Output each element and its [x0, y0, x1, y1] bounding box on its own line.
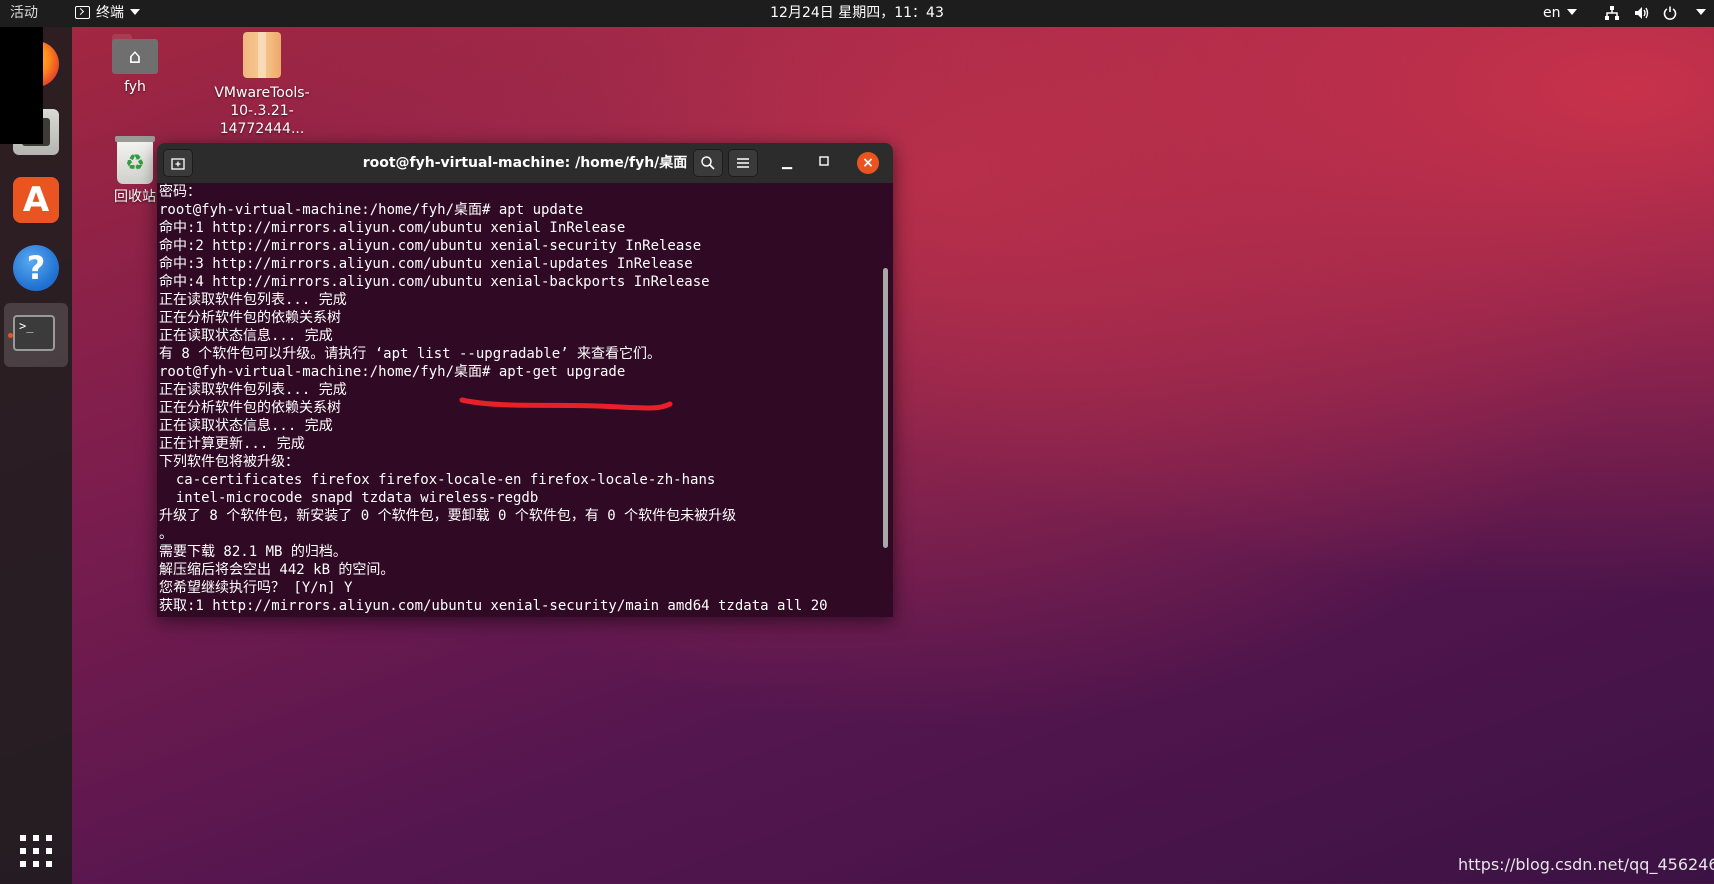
network-icon[interactable] — [1605, 0, 1619, 27]
system-menu-button[interactable] — [1690, 0, 1706, 27]
terminal-line: 下列软件包将被升级： — [159, 454, 299, 470]
terminal-line: 正在分析软件包的依赖关系树 — [159, 310, 341, 326]
terminal-line: 有 8 个软件包可以升级。请执行 ‘apt list --upgradable’… — [159, 346, 662, 362]
desktop-icon-label: fyh — [124, 79, 146, 95]
power-icon[interactable] — [1663, 0, 1677, 27]
terminal-line: 正在读取软件包列表... 完成 — [159, 292, 347, 308]
watermark: https://blog.csdn.net/qq_45624685 — [1458, 855, 1714, 874]
maximize-button[interactable] — [812, 151, 836, 175]
desktop-icon-home[interactable]: fyh — [65, 34, 205, 96]
terminal-scrollbar[interactable] — [883, 268, 888, 548]
terminal-line: 。 — [159, 526, 173, 542]
terminal-line: 正在读取状态信息... 完成 — [159, 328, 333, 344]
terminal-line: intel-microcode snapd tzdata wireless-re… — [159, 490, 539, 506]
menu-icon — [737, 158, 749, 168]
terminal-line: 正在计算更新... 完成 — [159, 436, 305, 452]
chevron-down-icon — [1566, 9, 1577, 15]
home-folder-icon — [112, 34, 158, 74]
chevron-down-icon — [1696, 9, 1706, 15]
apps-grid-icon[interactable] — [20, 835, 52, 867]
language-selector[interactable]: en — [1543, 0, 1577, 27]
terminal-line: 正在读取状态信息... 完成 — [159, 418, 333, 434]
dock: A ? >_ — [0, 27, 72, 884]
search-icon — [701, 156, 715, 170]
search-button[interactable] — [693, 149, 723, 177]
terminal-line: root@fyh-virtual-machine:/home/fyh/桌面# a… — [159, 364, 626, 380]
dock-software[interactable]: A — [0, 169, 72, 233]
terminal-line: 需要下载 82.1 MB 的归档。 — [159, 544, 347, 560]
terminal-line: 命中:2 http://mirrors.aliyun.com/ubuntu xe… — [159, 238, 702, 254]
terminal-line: 命中:3 http://mirrors.aliyun.com/ubuntu xe… — [159, 256, 693, 272]
menu-button[interactable] — [728, 149, 758, 177]
terminal-line: 正在分析软件包的依赖关系树 — [159, 400, 341, 416]
terminal-output[interactable]: 密码： root@fyh-virtual-machine:/home/fyh/桌… — [157, 183, 893, 617]
terminal-line: 命中:1 http://mirrors.aliyun.com/ubuntu xe… — [159, 220, 626, 236]
terminal-line: root@fyh-virtual-machine:/home/fyh/桌面# a… — [159, 202, 584, 218]
archive-icon — [243, 32, 281, 78]
top-bar: 活动 终端 12月24日 星期四，11：43 en — [0, 0, 1714, 27]
terminal-line: ca-certificates firefox firefox-locale-e… — [159, 472, 716, 488]
help-icon: ? — [13, 245, 59, 291]
software-icon: A — [13, 177, 59, 223]
trash-icon: ♻ — [115, 136, 155, 184]
maximize-icon — [819, 156, 829, 166]
terminal-line: 您希望继续执行吗？ [Y/n] Y — [159, 580, 353, 596]
black-overlay — [0, 27, 43, 144]
terminal-window[interactable]: root@fyh-virtual-machine: /home/fyh/桌面 ▁… — [157, 143, 893, 617]
terminal-line: 密码： — [159, 184, 201, 200]
terminal-line: 正在读取软件包列表... 完成 — [159, 382, 347, 398]
dock-terminal[interactable]: >_ — [4, 303, 68, 367]
terminal-line: 获取:1 http://mirrors.aliyun.com/ubuntu xe… — [159, 598, 828, 614]
minimize-button[interactable]: ▁ — [775, 151, 799, 175]
language-label: en — [1543, 5, 1561, 21]
terminal-icon: >_ — [13, 315, 55, 351]
desktop-icon-label: VMwareTools-10-.3.21-14772444... — [214, 85, 310, 137]
volume-icon[interactable] — [1634, 0, 1650, 27]
close-icon[interactable]: × — [857, 152, 879, 174]
terminal-line: 命中:4 http://mirrors.aliyun.com/ubuntu xe… — [159, 274, 710, 290]
desktop-icon-vmwaretools[interactable]: VMwareTools-10-.3.21-14772444... — [192, 32, 332, 138]
terminal-lines: 密码： root@fyh-virtual-machine:/home/fyh/桌… — [159, 183, 881, 615]
clock[interactable]: 12月24日 星期四，11：43 — [0, 0, 1714, 27]
terminal-line: 解压缩后将会空出 442 kB 的空间。 — [159, 562, 395, 578]
terminal-headerbar[interactable]: root@fyh-virtual-machine: /home/fyh/桌面 ▁… — [157, 143, 893, 183]
terminal-line: 升级了 8 个软件包，新安装了 0 个软件包，要卸载 0 个软件包，有 0 个软… — [159, 508, 737, 524]
dock-help[interactable]: ? — [0, 237, 72, 301]
